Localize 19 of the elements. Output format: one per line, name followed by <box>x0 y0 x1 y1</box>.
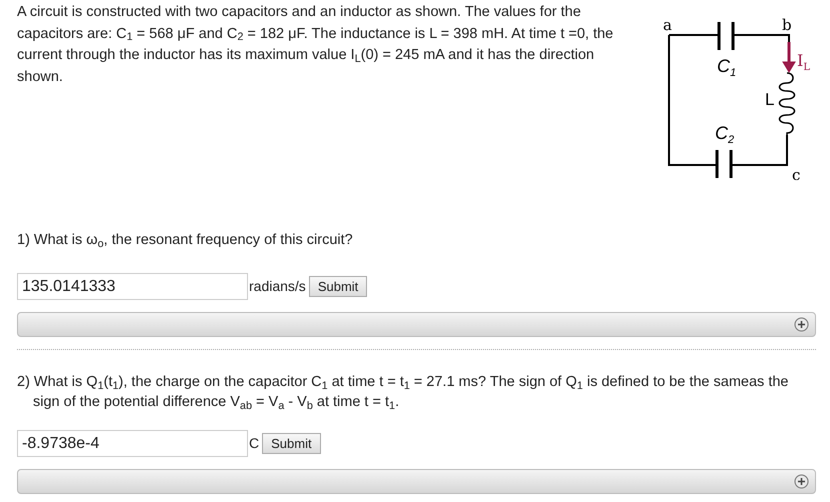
question-text: 1) What is ω$_{o}$, the resonant frequency of this circuit? <box>17 231 354 250</box>
answer-field[interactable]: 135.0141333 <box>17 273 248 300</box>
answer-field[interactable]: -8.9738e-4 <box>17 430 248 457</box>
plus-icon[interactable] <box>794 474 809 489</box>
node-label: c <box>792 166 800 180</box>
node-label: a <box>663 16 672 34</box>
capacitor-label: C$_{2}$ <box>715 123 734 146</box>
current-arrow <box>782 42 796 73</box>
plus-icon[interactable] <box>794 317 809 332</box>
current-label: I$_{L}$ <box>797 51 810 73</box>
capacitor-label: C$_{1}$ <box>717 56 736 79</box>
problem-text: A circuit is constructed with two capacitors and an inductor as shown. The values for the capacitors are: C$_{1}$ = 568 μF and C$_{2}$ = 182 μF. The inductance is L = 398 mH. At time t =0, the current through the inductor has its maximum value I$_{L}$(0) = 245 mA and it has the direction shown. <box>17 3 614 86</box>
submit-button[interactable]: Submit <box>262 433 321 454</box>
node-label: b <box>782 16 792 34</box>
submit-button[interactable]: Submit <box>308 276 368 297</box>
question-text: 2) What is Q$_{1}$(t$_{1}$), the charge on the capacitor C$_{1}$ at time t = t$_{1}$ = 27.1 ms? The sign of Q$_{1}$ is defined to be the sameas the sign of the potential difference V$_{ab}$ = V$_{a}$ - V$_{b}$ at time t = t$_{1}$. <box>17 373 790 412</box>
unit-label: C <box>249 434 260 453</box>
inductor-label: L <box>765 90 774 109</box>
unit-label: radians/s <box>249 277 306 296</box>
